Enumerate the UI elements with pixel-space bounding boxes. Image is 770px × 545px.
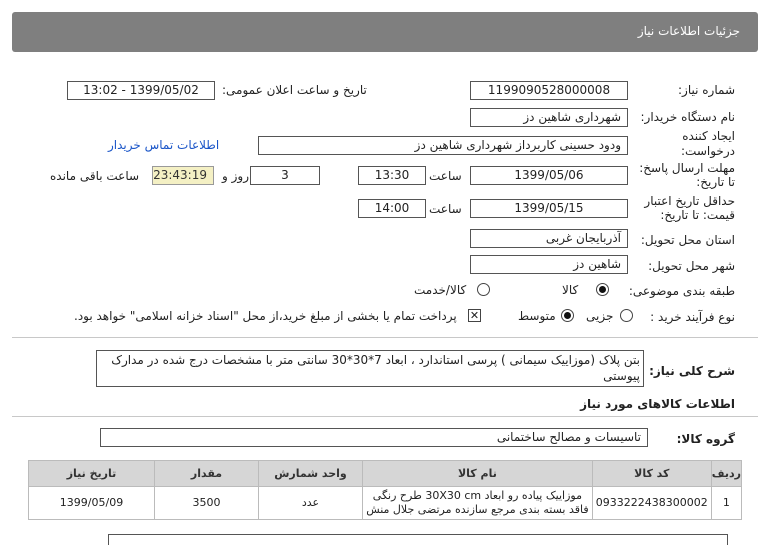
summary-text: بتن پلاک (موزاییک سیمانی ) پرسی استاندار…	[96, 350, 644, 387]
remaining-label: ساعت باقی مانده	[50, 169, 140, 183]
reply-date-field: 1399/05/06	[470, 166, 628, 185]
need-number-label: شماره نیاز:	[678, 83, 735, 97]
city-field: شاهین دز	[470, 255, 628, 274]
process-minor-radio[interactable]	[620, 309, 633, 322]
treasury-payment-note: پرداخت تمام یا بخشی از مبلغ خرید،از محل …	[74, 309, 457, 323]
page-title: جزئیات اطلاعات نیاز	[637, 24, 740, 38]
reply-deadline-label-1: مهلت ارسال پاسخ:	[639, 161, 735, 175]
category-goods-radio[interactable]	[596, 283, 609, 296]
process-medium-label: متوسط	[518, 309, 556, 323]
creator-field: ودود حسینی کاربرداز شهرداری شاهین دز	[258, 136, 628, 155]
col-qty: مقدار	[154, 460, 259, 487]
contact-info-link[interactable]: اطلاعات تماس خریدار	[108, 138, 219, 152]
col-row: ردیف	[710, 460, 743, 487]
need-number-field: 1199090528000008	[470, 81, 628, 100]
notes-field	[108, 534, 728, 545]
validity-time-label: ساعت	[429, 202, 462, 216]
province-field: آذربایجان غربی	[470, 229, 628, 248]
divider	[12, 337, 758, 338]
cell-row: 1	[710, 486, 743, 520]
process-label: نوع فرآیند خرید :	[650, 310, 735, 324]
days-label: روز و	[222, 169, 249, 183]
cell-unit: عدد	[258, 486, 363, 520]
summary-label: شرح کلی نیاز:	[649, 364, 735, 378]
goods-section-title: اطلاعات کالاهای مورد نیاز	[580, 397, 735, 411]
province-label: استان محل تحویل:	[640, 233, 735, 247]
goods-group-label: گروه کالا:	[676, 432, 735, 446]
col-date: تاریخ نیاز	[28, 460, 155, 487]
header-bar: جزئیات اطلاعات نیاز	[12, 12, 758, 52]
price-validity-label-2: قیمت: تا تاریخ:	[660, 208, 735, 222]
table-header-row: ردیف کد کالا نام کالا واحد شمارش مقدار ت…	[28, 460, 743, 487]
price-validity-label-1: حداقل تاریخ اعتبار	[644, 194, 735, 208]
category-label: طبقه بندی موضوعی:	[628, 284, 735, 298]
reply-deadline-label-2: تا تاریخ:	[696, 175, 735, 189]
announce-label: تاریخ و ساعت اعلان عمومی:	[222, 83, 367, 97]
goods-table: ردیف کد کالا نام کالا واحد شمارش مقدار ت…	[28, 460, 743, 520]
col-unit: واحد شمارش	[258, 460, 363, 487]
cell-name: موزاییک پیاده رو ابعاد 30X30 cm طرح رنگی…	[362, 486, 593, 520]
category-goods-label: کالا	[562, 283, 579, 297]
category-goods-service-radio[interactable]	[477, 283, 490, 296]
announce-field: 1399/05/02 - 13:02	[67, 81, 215, 100]
remaining-timer: 23:43:19	[152, 166, 214, 185]
process-medium-radio[interactable]	[561, 309, 574, 322]
cell-code: 0933222438300002	[591, 486, 712, 520]
col-code: کد کالا	[591, 460, 712, 487]
creator-label-1: ایجاد کننده	[682, 129, 735, 143]
col-name: نام کالا	[362, 460, 593, 487]
table-row: 1 0933222438300002 موزاییک پیاده رو ابعا…	[28, 486, 743, 520]
category-goods-service-label: کالا/خدمت	[414, 283, 467, 297]
divider	[12, 416, 758, 417]
days-field: 3	[250, 166, 320, 185]
cell-date: 1399/05/09	[28, 486, 155, 520]
validity-time-field: 14:00	[358, 199, 426, 218]
city-label: شهر محل تحویل:	[648, 259, 735, 273]
process-minor-label: جزیی	[586, 309, 614, 323]
creator-label-2: درخواست:	[681, 144, 735, 158]
validity-date-field: 1399/05/15	[470, 199, 628, 218]
treasury-payment-checkbox[interactable]: ✕	[468, 309, 481, 322]
cell-qty: 3500	[154, 486, 259, 520]
goods-group-field: تاسیسات و مصالح ساختمانی	[100, 428, 648, 447]
reply-time-field: 13:30	[358, 166, 426, 185]
buyer-org-field: شهرداری شاهین دز	[470, 108, 628, 127]
reply-time-label: ساعت	[429, 169, 462, 183]
buyer-org-label: نام دستگاه خریدار:	[640, 110, 736, 124]
